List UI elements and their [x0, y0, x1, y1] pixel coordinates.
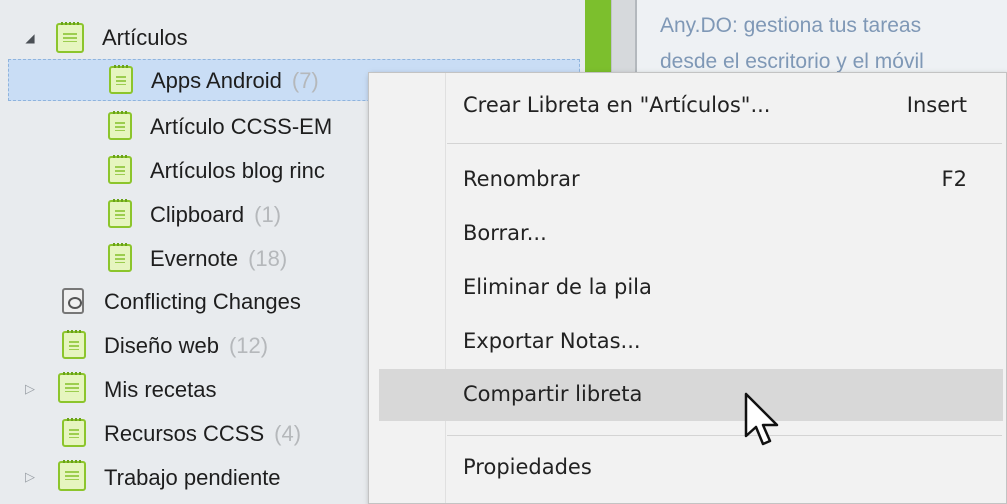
tree-item-label: Recursos CCSS (4) [104, 421, 302, 446]
note-title-continued[interactable]: desde el escritorio y el móvil [660, 50, 924, 74]
menu-separator [447, 143, 1002, 144]
menu-item-remove-from-stack[interactable]: Eliminar de la pila [379, 265, 1003, 311]
notebook-icon [62, 418, 86, 447]
tree-item-label: Apps Android (7) [151, 68, 319, 93]
mouse-cursor-icon [744, 392, 779, 446]
menu-item-delete[interactable]: Borrar... [379, 211, 1003, 257]
notebook-stack-icon [58, 372, 86, 403]
tree-item-label: Artículos [102, 25, 188, 50]
notebook-icon [108, 243, 132, 272]
notebook-icon [108, 199, 132, 228]
expand-icon[interactable]: ▷ [22, 381, 38, 397]
tree-item-label: Trabajo pendiente [104, 465, 281, 490]
tree-item-label: Clipboard (1) [150, 202, 282, 227]
notebook-icon [108, 111, 132, 140]
expand-icon[interactable]: ▷ [22, 469, 38, 485]
menu-item-rename[interactable]: Renombrar F2 [379, 157, 1003, 203]
notebook-stack-icon [58, 460, 86, 491]
notebook-icon [109, 65, 133, 94]
tree-item-label: Artículo CCSS-EM [150, 114, 333, 139]
note-title[interactable]: Any.DO: gestiona tus tareas [660, 14, 921, 38]
conflict-notebook-icon [62, 288, 84, 314]
tree-item-label: Mis recetas [104, 377, 217, 402]
tree-item-label: Evernote (18) [150, 246, 288, 271]
menu-separator [447, 435, 1002, 436]
tree-item-articulos[interactable]: ◢ Artículos [0, 18, 585, 58]
notebook-icon [62, 330, 86, 359]
menu-item-export-notes[interactable]: Exportar Notas... [379, 319, 1003, 365]
context-menu: Crear Libreta en "Artículos"... Insert R… [368, 72, 1007, 504]
notebook-stack-icon [56, 22, 84, 53]
tree-item-label: Conflicting Changes [104, 289, 301, 314]
collapse-icon[interactable]: ◢ [22, 30, 38, 46]
tree-item-label: Artículos blog rinc [150, 158, 325, 183]
menu-item-create-notebook[interactable]: Crear Libreta en "Artículos"... Insert [379, 83, 1003, 129]
menu-item-share-notebook[interactable]: Compartir libreta [379, 369, 1003, 421]
tree-item-label: Diseño web (12) [104, 333, 269, 358]
menu-item-properties[interactable]: Propiedades [379, 445, 1003, 491]
notebook-icon [108, 155, 132, 184]
